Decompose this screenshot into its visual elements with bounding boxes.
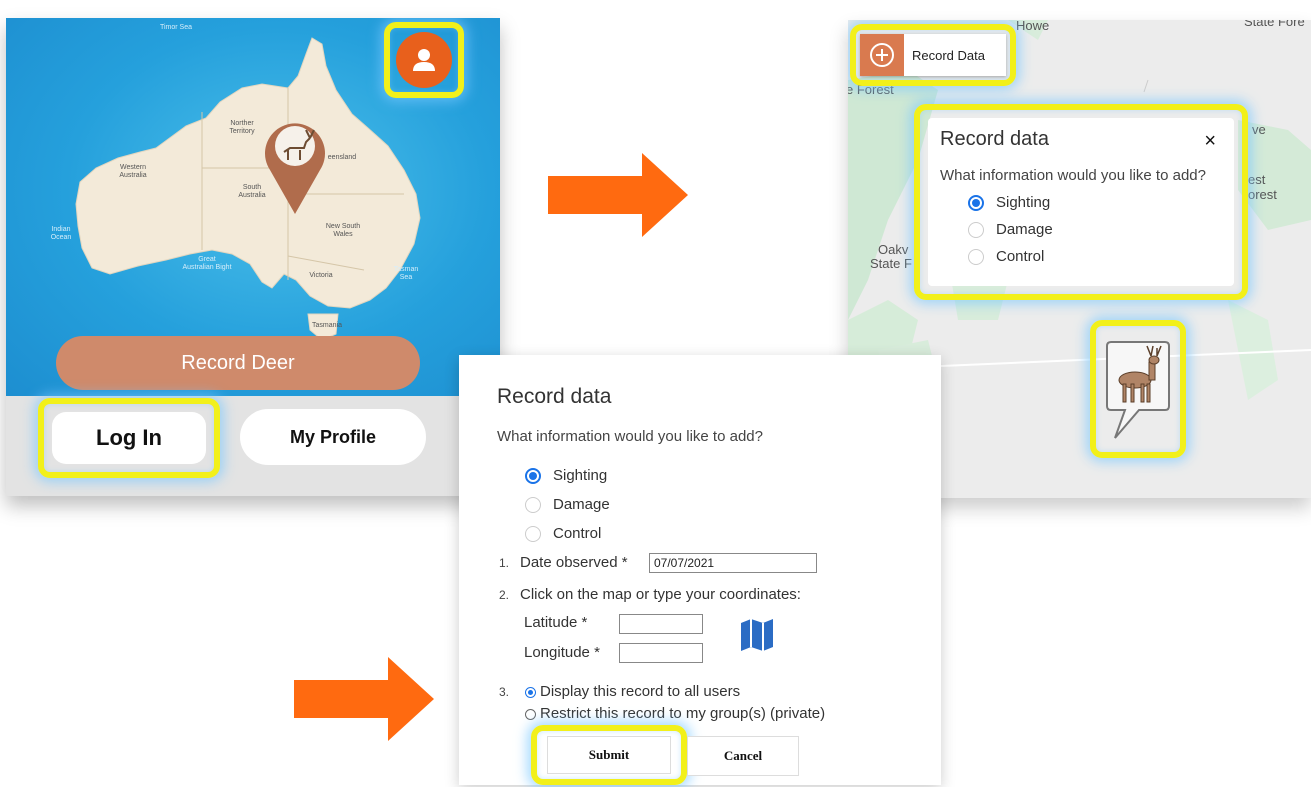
my-profile-button[interactable]: My Profile [240, 409, 426, 465]
map-label-timor-sea: Timor Sea [159, 24, 193, 31]
map-label-new-south-wales: New South Wales [325, 223, 361, 238]
popup-option-sighting[interactable]: Sighting [968, 194, 1222, 211]
arrow-right-icon [548, 153, 688, 237]
person-icon [413, 49, 435, 71]
record-data-highlight: Record Data [850, 24, 1016, 86]
radio-unchecked[interactable] [525, 708, 536, 720]
submit-highlight: Submit [531, 725, 687, 785]
map-label-indian-ocean: Indian Ocean [50, 226, 72, 241]
record-deer-button[interactable]: Record Deer [56, 336, 420, 390]
popup-option-damage[interactable]: Damage [968, 221, 1222, 238]
profile-button[interactable] [384, 22, 464, 98]
deer-marker-highlight [1090, 320, 1186, 458]
radio-checked[interactable] [525, 686, 536, 698]
map-icon[interactable] [739, 617, 775, 653]
popup-title: Record data [940, 128, 1049, 150]
popup-option-label: Control [996, 248, 1045, 265]
deer-location-pin-icon[interactable] [260, 112, 330, 216]
record-data-label: Record Data [912, 47, 985, 63]
map-label-tasman-sea: Tasman Sea [393, 266, 419, 281]
form-option-label: Damage [553, 496, 610, 513]
radio-unchecked[interactable] [968, 248, 984, 265]
date-observed-label: Date observed * [520, 554, 628, 571]
restrict-label: Restrict this record to my group(s) (pri… [540, 705, 826, 722]
popup-question: What information would you like to add? [940, 167, 1206, 184]
longitude-input[interactable] [619, 643, 703, 663]
close-icon[interactable]: × [1204, 130, 1216, 153]
map-label-state-f: State F [870, 256, 912, 271]
coordinates-label: Click on the map or type your coordinate… [520, 586, 801, 603]
deer-marker-icon[interactable] [1105, 336, 1171, 442]
map-label-est: est [1248, 172, 1266, 187]
map-label-state-forest-top: State Fore [1244, 20, 1305, 29]
date-observed-input[interactable] [649, 553, 817, 573]
latitude-input[interactable] [619, 614, 703, 634]
step-number-1: 1. [499, 556, 510, 570]
profile-avatar[interactable] [396, 32, 452, 88]
map-label-forest-right: orest [1248, 187, 1277, 202]
map-label-oakv: Oakv [878, 242, 909, 257]
mobile-home-screen: Timor Sea Norther Territory Western Aust… [6, 18, 500, 496]
longitude-label: Longitude * [524, 644, 600, 661]
radio-checked[interactable] [968, 194, 984, 211]
arrow-right-icon [294, 657, 434, 741]
map-label-tasmania: Tasmania [312, 322, 342, 329]
form-question: What information would you like to add? [497, 428, 763, 445]
login-button[interactable]: Log In [52, 412, 206, 464]
form-title: Record data [497, 385, 612, 408]
form-options: Sighting Damage Control [497, 455, 610, 542]
form-option-damage[interactable]: Damage [525, 496, 610, 513]
restrict-option[interactable]: Restrict this record to my group(s) (pri… [525, 705, 825, 722]
popup-option-label: Damage [996, 221, 1053, 238]
latitude-label: Latitude * [524, 614, 588, 631]
record-data-popup: Record data × What information would you… [928, 118, 1234, 286]
step-number-2: 2. [499, 588, 510, 602]
display-all-label: Display this record to all users [540, 683, 741, 700]
popup-option-label: Sighting [996, 194, 1051, 211]
radio-unchecked[interactable] [525, 525, 541, 542]
radio-checked[interactable] [525, 467, 541, 484]
form-option-control[interactable]: Control [525, 525, 610, 542]
step-number-3: 3. [499, 685, 510, 699]
map-label-ve: ve [1252, 122, 1266, 137]
map-label-western-australia: Western Australia [119, 164, 147, 179]
map-label-victoria: Victoria [309, 272, 333, 279]
cancel-button[interactable]: Cancel [687, 736, 799, 776]
plus-icon[interactable] [860, 34, 904, 76]
map-label-northern-territory: Norther Territory [229, 120, 255, 135]
login-highlight: Log In [38, 398, 220, 478]
popup-option-control[interactable]: Control [968, 248, 1222, 265]
display-all-option[interactable]: Display this record to all users [525, 683, 740, 700]
form-option-sighting[interactable]: Sighting [525, 467, 610, 484]
record-data-popup-highlight: Record data × What information would you… [914, 104, 1248, 300]
map-label-howe: Howe [1016, 20, 1050, 33]
form-option-label: Sighting [553, 467, 608, 484]
submit-button[interactable]: Submit [547, 736, 671, 774]
record-data-button[interactable]: Record Data [860, 34, 1006, 76]
record-data-form: Record data What information would you l… [459, 355, 941, 785]
form-option-label: Control [553, 525, 602, 542]
radio-unchecked[interactable] [525, 496, 541, 513]
map-label-great-australian-bight: Great Australian Bight [182, 256, 232, 271]
radio-unchecked[interactable] [968, 221, 984, 238]
